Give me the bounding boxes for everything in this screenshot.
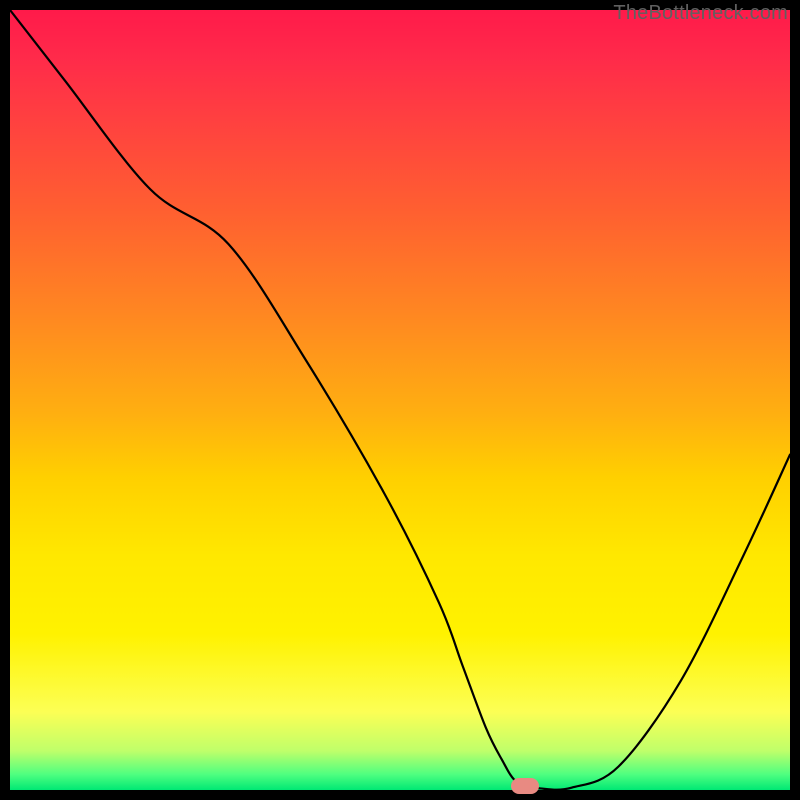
watermark-label: TheBottleneck.com <box>613 2 788 25</box>
bottleneck-curve <box>10 10 790 790</box>
plot-area <box>10 10 790 790</box>
optimum-marker <box>511 778 539 794</box>
chart-frame <box>0 0 800 800</box>
